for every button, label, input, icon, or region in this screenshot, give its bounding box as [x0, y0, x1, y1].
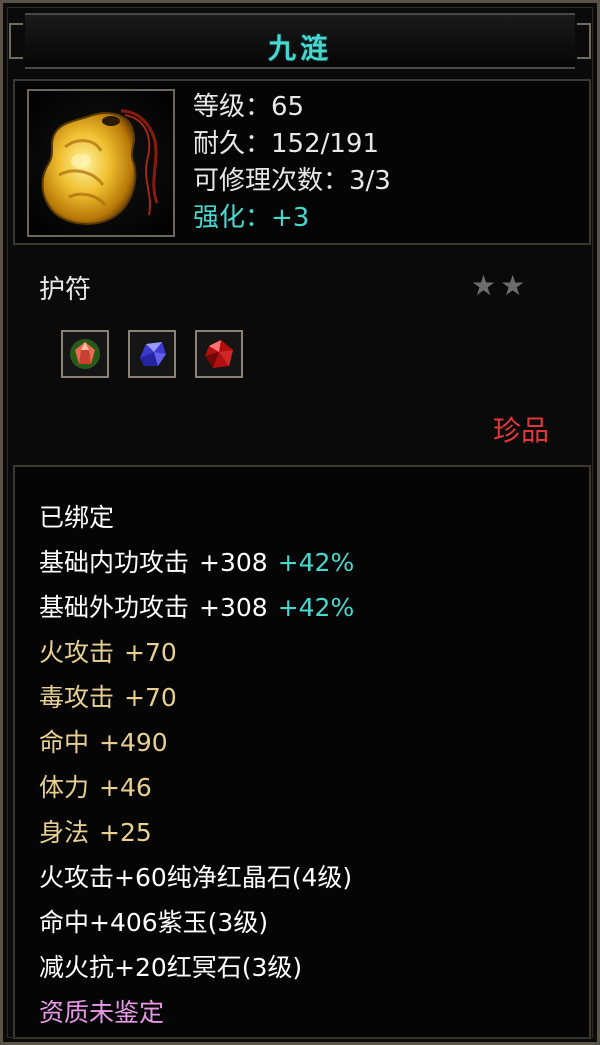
gem-socket-2[interactable]	[128, 330, 177, 378]
attribute-value: +70	[124, 683, 177, 712]
attribute-value: +308	[199, 548, 268, 577]
red-gem-icon	[205, 340, 234, 368]
attribute-label: 火攻击+60纯净红晶石(4级)	[39, 863, 353, 892]
item-icon-slot[interactable]	[27, 89, 175, 237]
attribute-row: 基础外功攻击 +308 +42%	[39, 585, 354, 630]
attribute-row: 已绑定	[39, 495, 354, 540]
title-ornament-right	[577, 23, 591, 59]
attribute-row: 命中+406紫玉(3级)	[39, 900, 354, 945]
item-tooltip: 九涟 等级：65 耐久：152/191 可修理次数：3/3 强化：+3 护符 ★…	[0, 0, 600, 1045]
attribute-label: 身法	[39, 818, 90, 847]
gem-sockets	[61, 330, 257, 378]
attribute-row: 火攻击+60纯净红晶石(4级)	[39, 855, 354, 900]
attribute-label: 毒攻击	[39, 683, 115, 712]
item-name: 九涟	[267, 32, 332, 65]
item-type: 护符	[39, 275, 92, 305]
attribute-row: 体力 +46	[39, 765, 354, 810]
item-rarity: 珍品	[493, 414, 550, 447]
attribute-label: 体力	[39, 773, 90, 802]
attribute-value: +308	[199, 593, 268, 622]
title-ornament-left	[9, 23, 23, 59]
attribute-label: 资质未鉴定	[39, 998, 165, 1027]
attribute-row: 火攻击 +70	[39, 630, 354, 675]
purple-gem-icon	[140, 342, 167, 366]
jade-amulet-icon	[41, 109, 159, 225]
attribute-row: 基础内功攻击 +308 +42%	[39, 540, 354, 585]
attribute-bonus: +42%	[277, 548, 355, 577]
attribute-label: 命中	[39, 728, 90, 757]
attribute-value: +46	[99, 773, 152, 802]
star-icon: ★	[500, 269, 526, 302]
item-repair-count: 可修理次数：3/3	[193, 166, 391, 196]
attribute-row: 资质未鉴定	[39, 990, 354, 1035]
attribute-label: 基础外功攻击	[39, 593, 190, 622]
star-icon: ★	[471, 269, 497, 302]
attribute-row: 毒攻击 +70	[39, 675, 354, 720]
attribute-list: 已绑定 基础内功攻击 +308 +42% 基础外功攻击 +308 +42% 火攻击 +70 毒攻击…	[39, 495, 354, 1035]
attribute-value: +490	[99, 728, 168, 757]
attribute-label: 减火抗+20红冥石(3级)	[39, 953, 303, 982]
item-enhance: 强化：+3	[193, 203, 310, 233]
attribute-row: 命中 +490	[39, 720, 354, 765]
attribute-row: 减火抗+20红冥石(3级)	[39, 945, 354, 990]
gem-socket-3[interactable]	[195, 330, 244, 378]
attribute-bonus: +42%	[277, 593, 355, 622]
title-bar: 九涟	[9, 13, 591, 69]
attribute-label: 火攻击	[39, 638, 115, 667]
item-durability: 耐久：152/191	[193, 129, 380, 159]
attribute-row: 身法 +25	[39, 810, 354, 855]
attribute-label: 已绑定	[39, 503, 115, 532]
orange-gem-icon	[70, 339, 100, 369]
item-header: 等级：65 耐久：152/191 可修理次数：3/3 强化：+3	[13, 79, 591, 245]
gem-socket-1[interactable]	[61, 330, 109, 378]
attribute-label: 基础内功攻击	[39, 548, 190, 577]
attribute-label: 命中+406紫玉(3级)	[39, 908, 269, 937]
attribute-value: +25	[99, 818, 152, 847]
item-stars: ★ ★	[471, 269, 529, 302]
attribute-value: +70	[124, 638, 177, 667]
attribute-panel: 已绑定 基础内功攻击 +308 +42% 基础外功攻击 +308 +42% 火攻击 +70 毒攻击…	[13, 465, 591, 1039]
item-level: 等级：65	[193, 92, 305, 122]
item-stats: 等级：65 耐久：152/191 可修理次数：3/3 强化：+3	[193, 89, 391, 237]
